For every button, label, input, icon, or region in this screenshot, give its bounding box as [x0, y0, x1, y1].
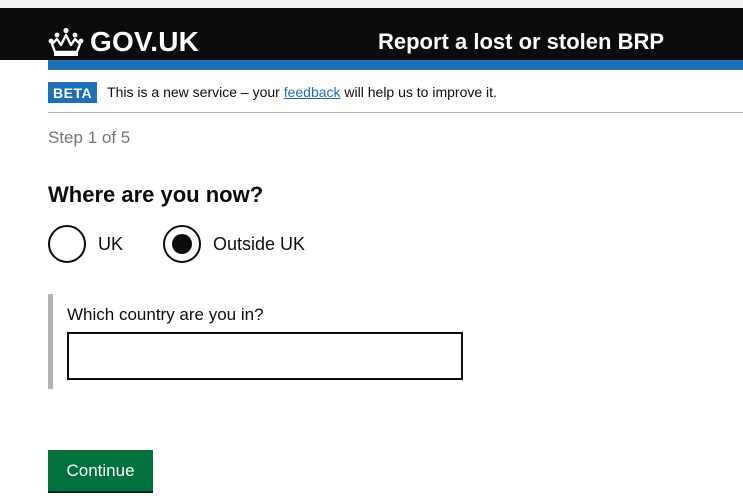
logo-text: GOV.UK — [90, 26, 200, 57]
phase-text-before: This is a new service – your — [107, 84, 284, 100]
browser-top-strip — [0, 0, 743, 8]
radio-label-uk[interactable]: UK — [98, 234, 123, 255]
site-header: GOV.UK Report a lost or stolen BRP — [0, 8, 743, 60]
radio-button-outside-uk[interactable] — [163, 225, 201, 263]
radio-selected-dot — [172, 234, 192, 254]
feedback-link[interactable]: feedback — [284, 84, 341, 100]
beta-tag: BETA — [48, 81, 98, 103]
phase-text-after: will help us to improve it. — [340, 84, 497, 100]
continue-button[interactable]: Continue — [48, 450, 153, 491]
phase-banner-text: This is a new service – your feedback wi… — [107, 84, 497, 100]
country-label: Which country are you in? — [67, 305, 264, 324]
radio-uk[interactable]: UK — [48, 225, 123, 263]
question-legend: Where are you now? — [48, 182, 264, 207]
radio-label-outside-uk[interactable]: Outside UK — [213, 234, 305, 255]
conditional-reveal-bar — [48, 294, 53, 389]
crown-icon — [48, 27, 84, 56]
header-blue-bar — [48, 60, 743, 70]
phase-banner: BETA This is a new service – your feedba… — [48, 72, 743, 113]
radio-button-uk[interactable] — [48, 225, 86, 263]
step-indicator: Step 1 of 5 — [48, 128, 131, 147]
country-input[interactable] — [67, 332, 463, 380]
radio-outside-uk[interactable]: Outside UK — [163, 225, 305, 263]
